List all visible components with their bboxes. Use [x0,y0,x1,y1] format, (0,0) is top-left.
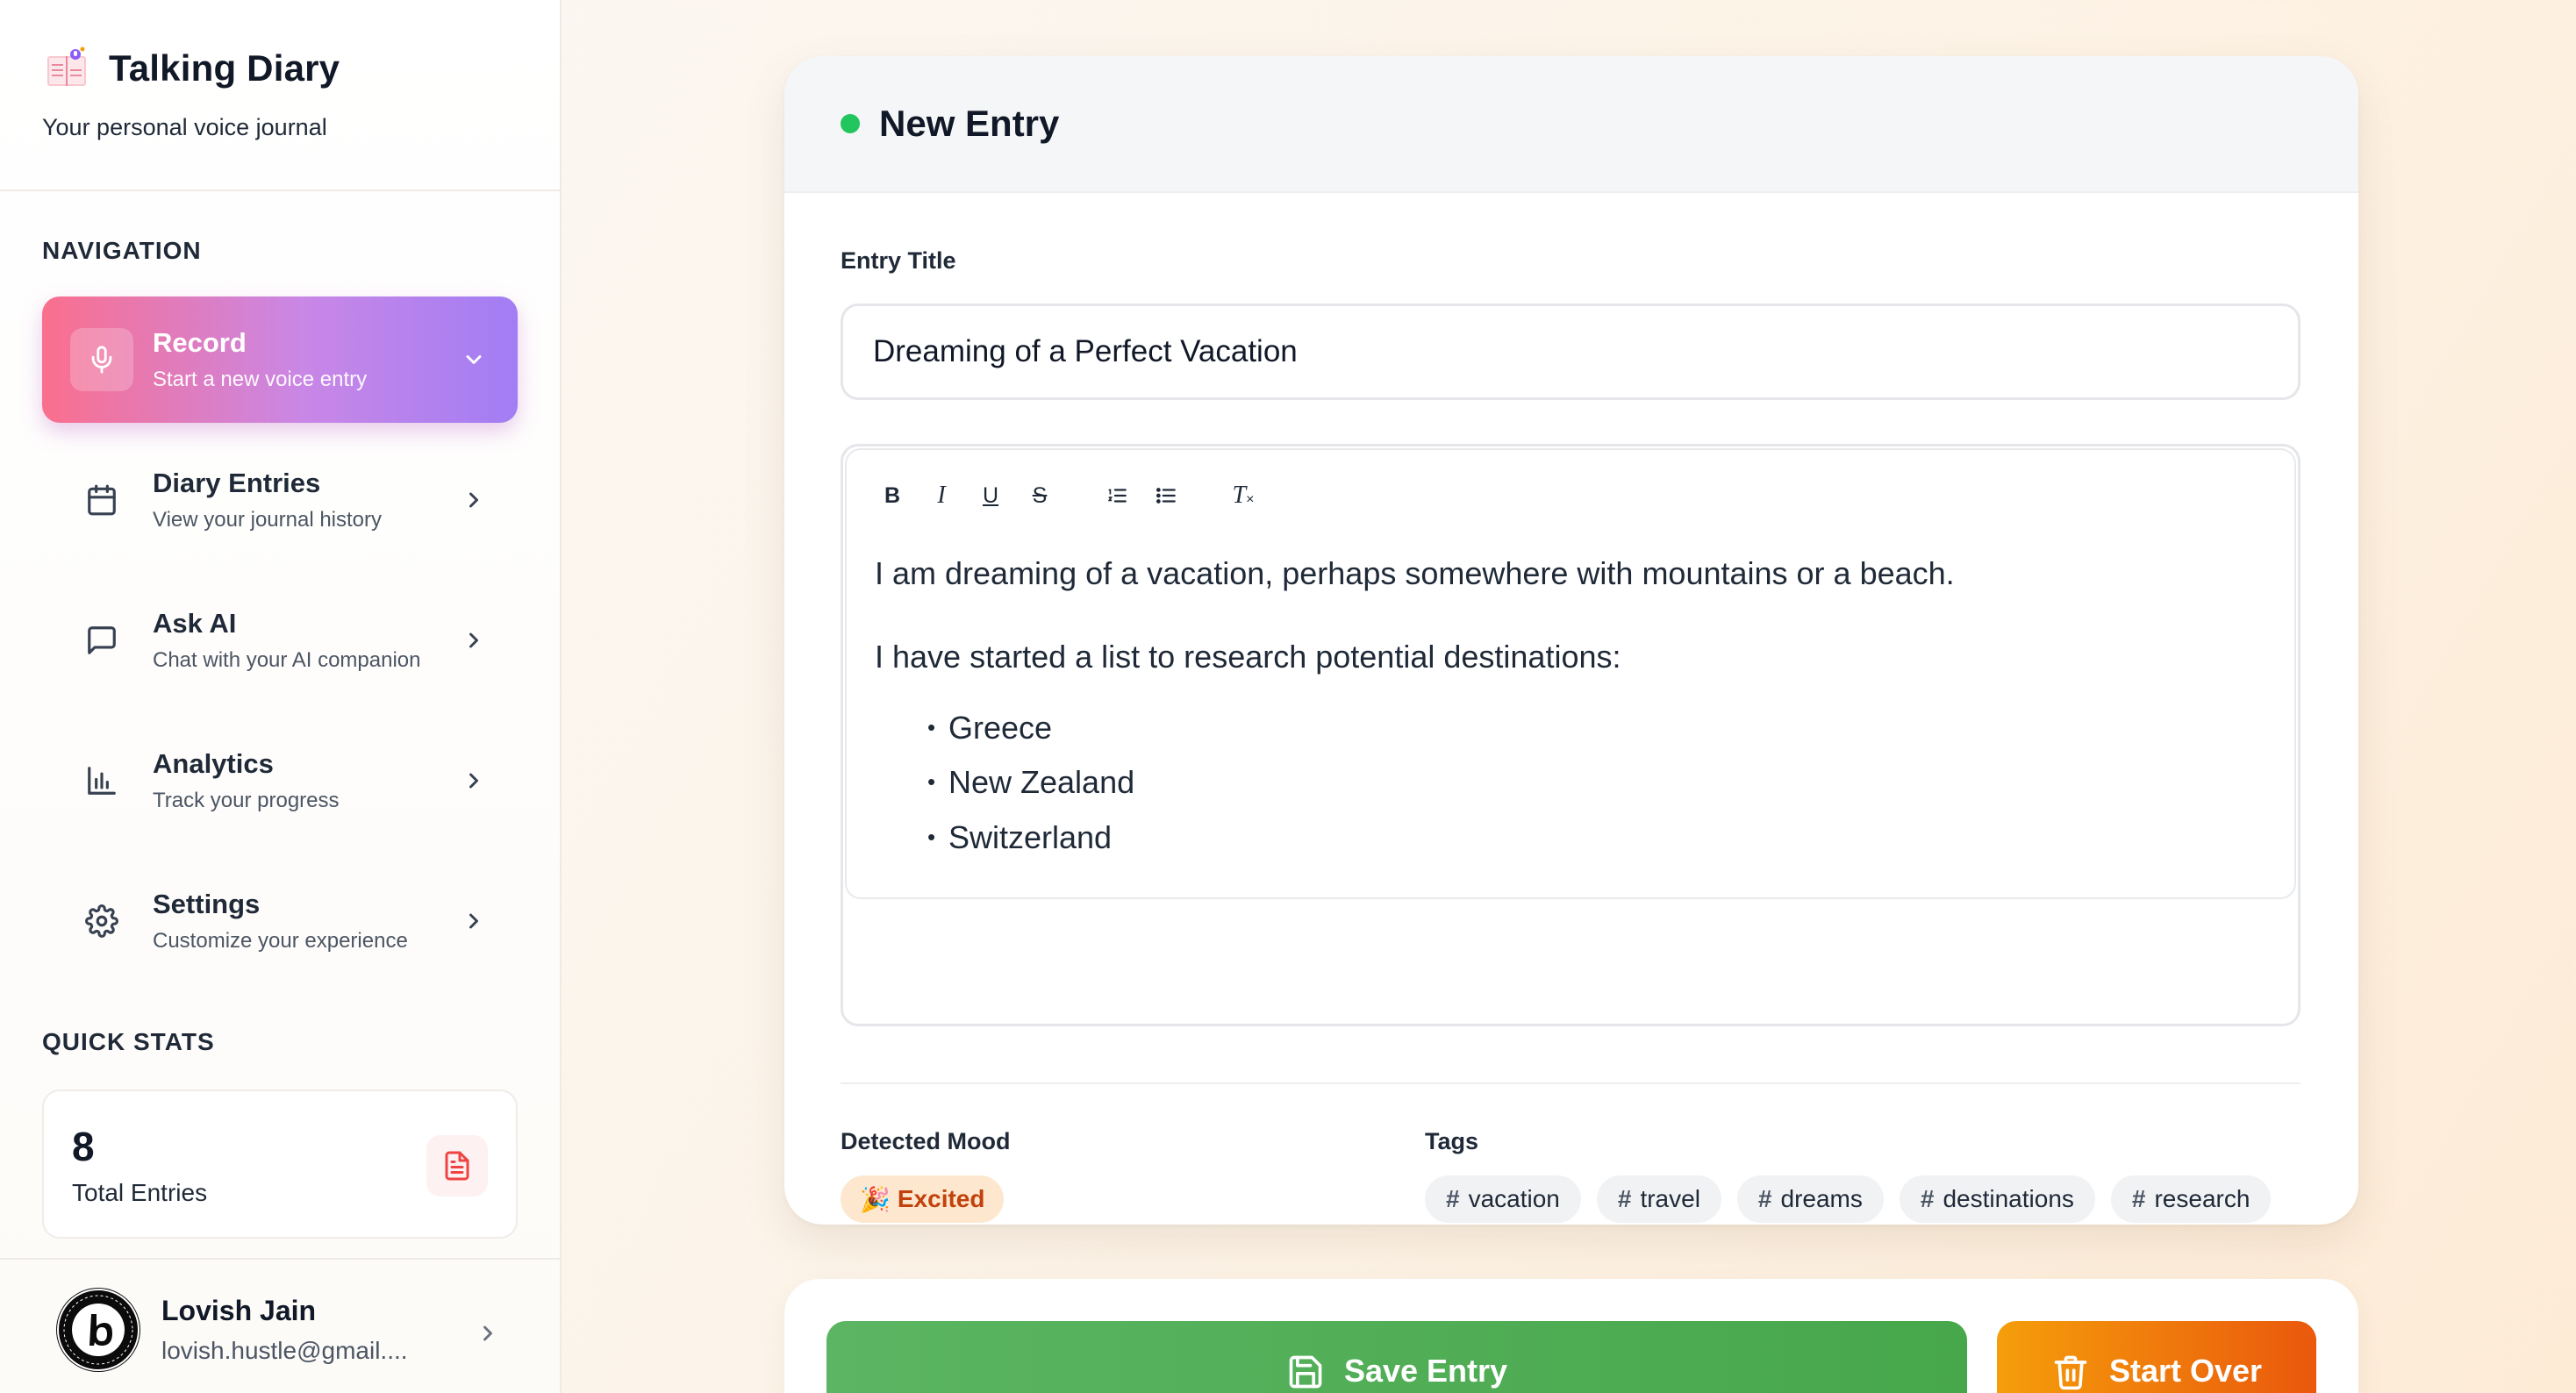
user-email: lovish.hustle@gmail.... [161,1337,408,1364]
app-title: Talking Diary [109,47,340,89]
card-title: New Entry [879,103,1060,144]
entry-body: I am dreaming of a vacation, perhaps som… [875,554,1955,873]
ordered-list-icon [1107,489,1127,503]
microphone-icon [70,328,133,391]
chevron-right-icon [469,913,478,929]
chevron-right-icon [469,632,478,648]
underline-button[interactable]: U [966,471,1015,520]
brand: Talking Diary [42,44,340,93]
entry-title-input[interactable] [841,304,2301,400]
sidebar-divider [0,189,560,191]
tag-label: destinations [1943,1185,2074,1212]
sidebar-item-label: Ask AI [153,608,237,639]
diary-book-icon [47,46,86,86]
total-entries-value: 8 [72,1124,95,1169]
bold-button[interactable]: B [868,471,917,520]
app-subtitle: Your personal voice journal [42,114,327,140]
start-over-label: Start Over [2108,1353,2263,1389]
bolt-badge-icon [57,1289,140,1371]
start-over-button[interactable]: Start Over [1997,1321,2316,1393]
document-icon [426,1135,488,1197]
strikethrough-button[interactable]: S [1015,471,1064,520]
italic-button[interactable]: I [917,471,966,520]
sidebar-item-record[interactable]: Record Start a new voice entry [42,296,518,423]
editor-content-area[interactable]: B I U S T × I am dreaming of a vacation,… [845,448,2296,899]
tag-label: research [2154,1185,2250,1212]
sidebar-item-desc: Customize your experience [153,929,408,953]
hash-icon: # [1446,1185,1460,1212]
chat-bubble-icon [70,609,133,672]
chevron-right-icon [469,492,478,508]
sidebar: Talking Diary Your personal voice journa… [0,0,562,1393]
rich-text-editor[interactable]: B I U S T × I am dreaming of a vacation,… [841,444,2301,1026]
party-popper-icon: 🎉 [860,1185,891,1213]
user-name: Lovish Jain [161,1295,317,1326]
list-item: Switzerland [927,818,1955,859]
mood-label: Detected Mood [841,1128,1011,1154]
sidebar-item-label: Record [153,327,247,358]
tag-label: vacation [1468,1185,1560,1212]
save-entry-button[interactable]: Save Entry [826,1321,1967,1393]
sidebar-item-label: Settings [153,889,261,919]
clear-format-icon: T [1232,482,1247,509]
calendar-icon [70,468,133,532]
sidebar-item-desc: Chat with your AI companion [153,648,421,672]
list-item: Greece [927,708,1955,749]
editor-toolbar: B I U S T × [868,471,1268,520]
hash-icon: # [1757,1185,1772,1212]
chevron-right-icon [469,773,478,789]
sidebar-item-desc: Start a new voice entry [153,368,368,391]
entry-paragraph: I have started a list to research potent… [875,638,1621,675]
entry-paragraph: I am dreaming of a vacation, perhaps som… [875,555,1955,591]
bullet-list-button[interactable] [1141,471,1191,520]
nav-section-title: NAVIGATION [42,237,202,264]
sidebar-item-diary-entries[interactable]: Diary Entries View your journal history [42,437,518,563]
sidebar-item-label: Diary Entries [153,468,321,498]
mood-value: Excited [897,1185,985,1212]
user-profile[interactable]: Lovish Jain lovish.hustle@gmail.... [0,1258,560,1393]
sidebar-item-label: Analytics [153,748,274,779]
sidebar-item-desc: Track your progress [153,789,340,812]
tag-chip[interactable]: # destinations [1899,1175,2095,1223]
total-entries-label: Total Entries [72,1179,208,1206]
sidebar-item-settings[interactable]: Settings Customize your experience [42,858,518,984]
clear-format-button[interactable]: T × [1219,471,1268,520]
sidebar-item-analytics[interactable]: Analytics Track your progress [42,718,518,844]
save-icon [1289,1355,1322,1389]
destination-list: Greece New Zealand Switzerland [927,708,1955,859]
tag-chip[interactable]: # travel [1596,1175,1721,1223]
tag-chip[interactable]: # dreams [1736,1175,1884,1223]
entry-title-label: Entry Title [841,247,956,274]
bullet-list-icon [1156,488,1176,504]
tags-label: Tags [1425,1128,1479,1154]
save-entry-label: Save Entry [1343,1353,1508,1389]
action-bar: Save Entry Start Over [784,1279,2358,1393]
hash-icon: # [1920,1185,1935,1212]
bar-chart-icon [70,749,133,812]
gear-icon [70,889,133,953]
mood-badge: 🎉 Excited [841,1175,1005,1223]
card-header: New Entry [784,56,2358,193]
tag-label: travel [1640,1185,1700,1212]
hash-icon: # [1617,1185,1632,1212]
avatar [56,1288,140,1372]
chevron-down-icon [466,355,482,364]
sidebar-item-ask-ai[interactable]: Ask AI Chat with your AI companion [42,577,518,704]
tag-chip[interactable]: # vacation [1425,1175,1581,1223]
chevron-right-icon [483,1325,492,1341]
tag-label: dreams [1780,1185,1863,1212]
new-entry-card: New Entry Entry Title B I U S [784,56,2358,1225]
tag-list: # vacation # travel # dreams # destinations … [1425,1175,2272,1223]
card-divider [841,1082,2301,1084]
ordered-list-button[interactable] [1092,471,1141,520]
stats-section-title: QUICK STATS [42,1028,215,1055]
sidebar-item-desc: View your journal history [153,508,383,532]
total-entries-card: 8 Total Entries [42,1089,518,1239]
hash-icon: # [2131,1185,2146,1212]
list-item: New Zealand [927,762,1955,804]
tag-chip[interactable]: # research [2110,1175,2272,1223]
status-dot [841,114,860,133]
trash-icon [2054,1355,2087,1390]
